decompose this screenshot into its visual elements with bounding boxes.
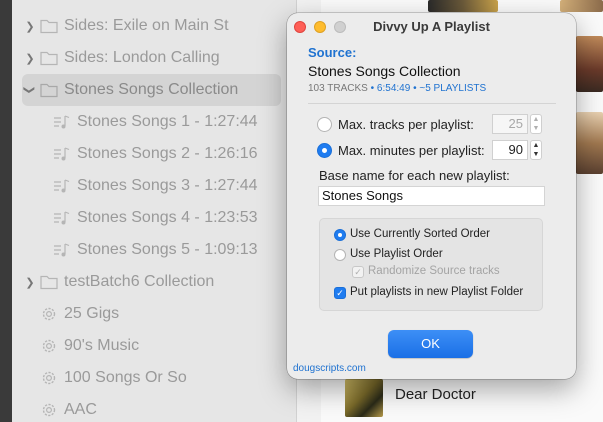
playlist-icon: [54, 147, 70, 161]
playlist-order-radio[interactable]: [334, 249, 346, 261]
track-count: 103 TRACKS: [308, 83, 368, 94]
playlist-icon: [54, 243, 70, 257]
sidebar-item-stones-3[interactable]: Stones Songs 3 - 1:27:44: [12, 170, 297, 202]
max-tracks-field[interactable]: 25: [492, 114, 528, 134]
sidebar-item-exile[interactable]: ❯ Sides: Exile on Main St: [12, 10, 297, 42]
sidebar-item-label: testBatch6 Collection: [64, 273, 215, 290]
separator: •: [413, 83, 417, 94]
sidebar-item-stones-2[interactable]: Stones Songs 2 - 1:26:16: [12, 138, 297, 170]
sidebar-item-label: Stones Songs 5 - 1:09:13: [77, 241, 258, 258]
track-title[interactable]: Dear Doctor: [395, 386, 476, 403]
source-stats: 103 TRACKS • 6:54:49 • ~5 PLAYLISTS: [308, 83, 486, 94]
sidebar-item-label: Stones Songs 3 - 1:27:44: [77, 177, 258, 194]
stepper-up-icon[interactable]: ▲: [531, 141, 541, 150]
max-tracks-label: Max. tracks per playlist:: [338, 117, 474, 132]
sidebar-item-label: 100 Songs Or So: [64, 369, 187, 386]
chevron-right-icon[interactable]: ❯: [23, 275, 37, 289]
gear-icon: [42, 403, 56, 417]
sidebar-item-label: Stones Songs 4 - 1:23:53: [77, 209, 258, 226]
randomize-checkbox: ✓: [352, 266, 364, 278]
source-name: Stones Songs Collection: [308, 63, 461, 79]
sidebar-item-label: Stones Songs 2 - 1:26:16: [77, 145, 258, 162]
randomize-label: Randomize Source tracks: [368, 265, 500, 277]
sidebar-item-label: Stones Songs 1 - 1:27:44: [77, 113, 258, 130]
sidebar-item-stones-4[interactable]: Stones Songs 4 - 1:23:53: [12, 202, 297, 234]
stepper-down-icon[interactable]: ▼: [531, 124, 541, 133]
album-art: [576, 112, 603, 174]
stepper-up-icon[interactable]: ▲: [531, 115, 541, 124]
sidebar-item-label: AAC: [64, 401, 97, 418]
sidebar-item-label: Sides: London Calling: [64, 49, 220, 66]
sidebar-item-stones-collection[interactable]: ❯ Stones Songs Collection: [12, 74, 297, 106]
dougscripts-link[interactable]: dougscripts.com: [293, 363, 366, 374]
max-minutes-radio[interactable]: [317, 143, 332, 158]
playlist-folder-label: Put playlists in new Playlist Folder: [350, 286, 524, 298]
dialog-title: Divvy Up A Playlist: [373, 19, 490, 34]
folder-icon: [40, 275, 58, 290]
window-edge: [0, 0, 12, 422]
playlist-icon: [54, 211, 70, 225]
base-name-label: Base name for each new playlist:: [319, 168, 510, 183]
sidebar-item-label: 90's Music: [64, 337, 140, 354]
sidebar-item-100-songs[interactable]: 100 Songs Or So: [12, 362, 297, 394]
folder-icon: [40, 51, 58, 66]
gear-icon: [42, 339, 56, 353]
base-name-input[interactable]: Stones Songs: [318, 186, 545, 206]
playlist-order-label: Use Playlist Order: [350, 248, 443, 260]
sidebar: ❯ Sides: Exile on Main St ❯ Sides: Londo…: [12, 0, 297, 422]
sidebar-item-label: 25 Gigs: [64, 305, 120, 322]
sidebar-item-testbatch6[interactable]: ❯ testBatch6 Collection: [12, 266, 297, 298]
sidebar-item-stones-5[interactable]: Stones Songs 5 - 1:09:13: [12, 234, 297, 266]
separator: •: [370, 83, 375, 94]
sidebar-item-90s-music[interactable]: 90's Music: [12, 330, 297, 362]
album-art: [576, 36, 603, 92]
album-art: [428, 0, 498, 12]
sidebar-item-stones-1[interactable]: Stones Songs 1 - 1:27:44: [12, 106, 297, 138]
sidebar-item-label: Sides: Exile on Main St: [64, 17, 229, 34]
sidebar-item-25-gigs[interactable]: 25 Gigs: [12, 298, 297, 330]
divvy-dialog: Divvy Up A Playlist Source: Stones Songs…: [287, 13, 576, 379]
album-art: [560, 0, 603, 12]
playlist-folder-checkbox[interactable]: ✓: [334, 287, 346, 299]
stepper-down-icon[interactable]: ▼: [531, 150, 541, 159]
gear-icon: [42, 371, 56, 385]
chevron-right-icon[interactable]: ❯: [23, 19, 37, 33]
sidebar-item-label: Stones Songs Collection: [64, 81, 239, 98]
divider: [308, 103, 556, 104]
max-tracks-radio[interactable]: [317, 117, 332, 132]
playlist-icon: [54, 115, 70, 129]
folder-icon: [40, 19, 58, 34]
sorted-order-radio[interactable]: [334, 229, 346, 241]
folder-icon: [40, 83, 58, 98]
max-minutes-stepper[interactable]: ▲ ▼: [530, 140, 542, 160]
ok-button[interactable]: OK: [388, 330, 473, 358]
playlist-icon: [54, 179, 70, 193]
source-label: Source:: [308, 45, 357, 60]
chevron-down-icon[interactable]: ❯: [23, 83, 37, 97]
sidebar-item-london[interactable]: ❯ Sides: London Calling: [12, 42, 297, 74]
album-art: [345, 379, 383, 417]
total-duration: 6:54:49: [376, 83, 411, 94]
max-tracks-stepper[interactable]: ▲ ▼: [530, 114, 542, 134]
sidebar-item-aac[interactable]: AAC: [12, 394, 297, 422]
playlist-estimate: ~5 PLAYLISTS: [419, 83, 487, 94]
max-minutes-field[interactable]: 90: [492, 140, 528, 160]
gear-icon: [42, 307, 56, 321]
sorted-order-label: Use Currently Sorted Order: [350, 228, 490, 240]
max-minutes-label: Max. minutes per playlist:: [338, 143, 485, 158]
chevron-right-icon[interactable]: ❯: [23, 51, 37, 65]
